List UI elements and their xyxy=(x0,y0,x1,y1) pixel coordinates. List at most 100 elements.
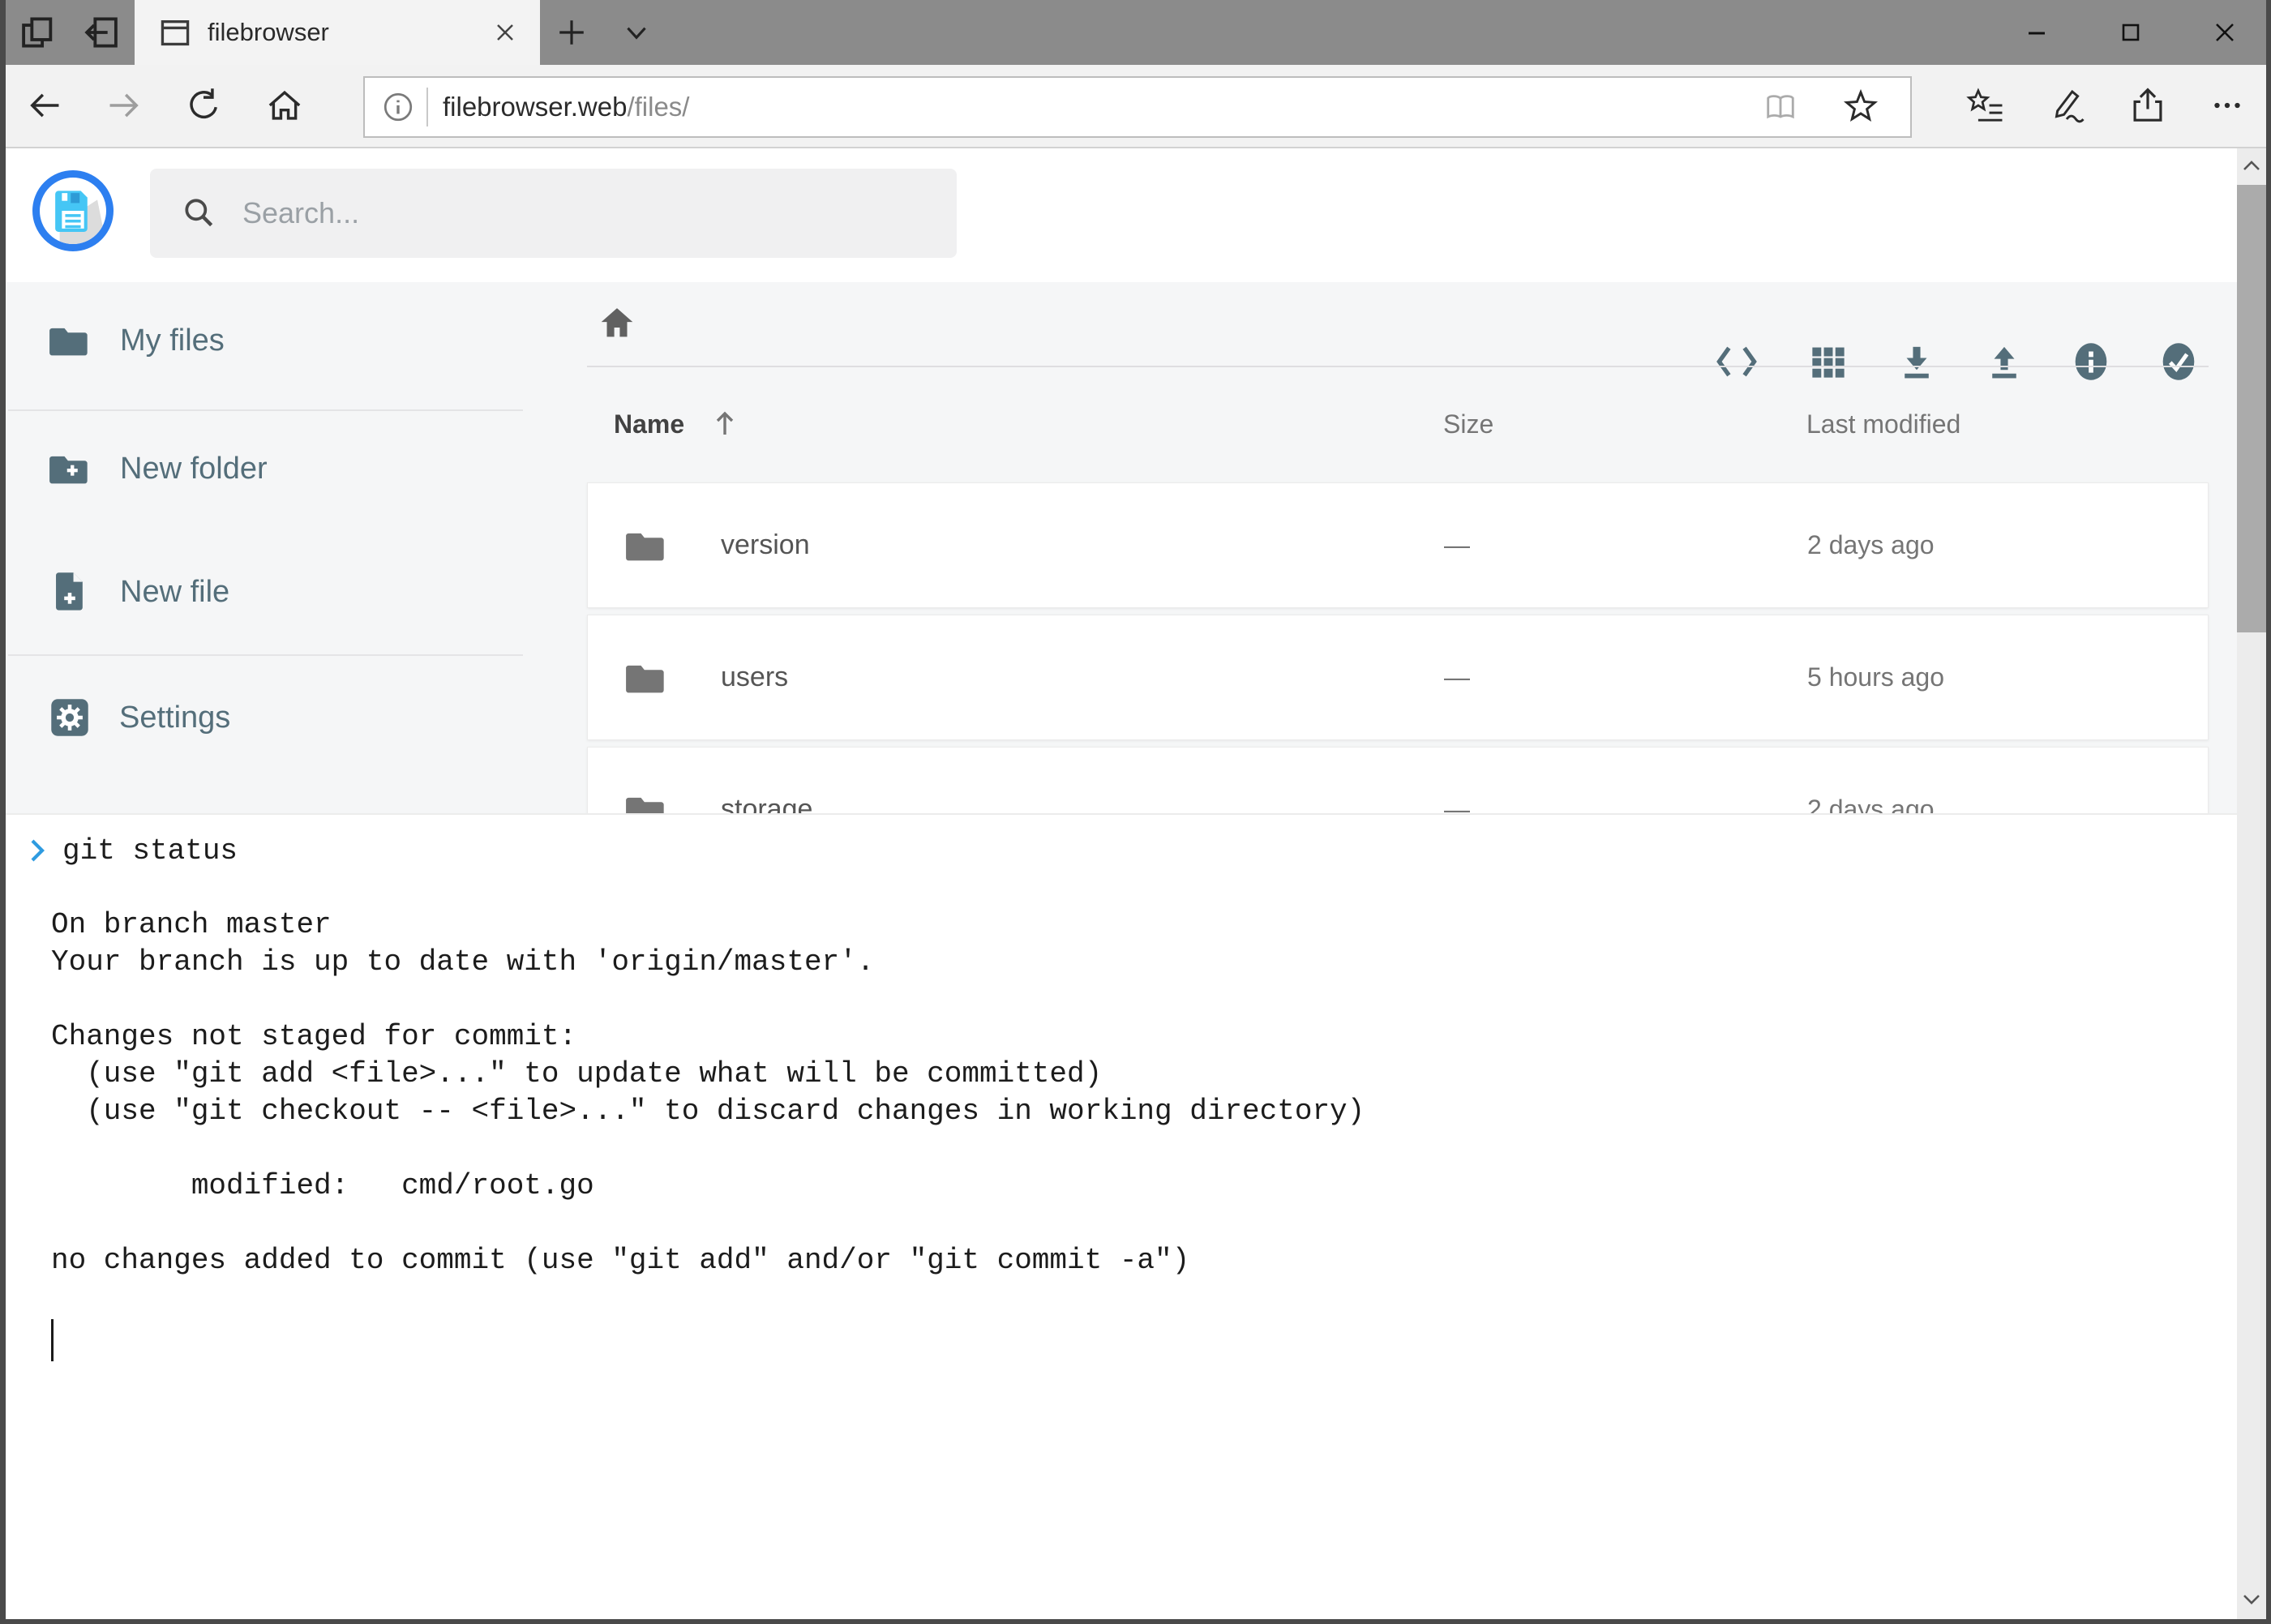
forward-icon xyxy=(105,86,144,125)
terminal-line: Your branch is up to date with 'origin/m… xyxy=(51,944,1365,981)
settings-icon xyxy=(49,697,90,738)
file-row-version[interactable]: version — 2 days ago xyxy=(587,482,2209,608)
tab-preview-button[interactable] xyxy=(11,0,65,65)
new-tab-button[interactable] xyxy=(545,0,598,65)
sidebar-item-label: My files xyxy=(120,324,225,358)
tab-preview-icon xyxy=(19,14,57,51)
pen-icon xyxy=(2046,85,2087,126)
file-row-users[interactable]: users — 5 hours ago xyxy=(587,615,2209,740)
minimize-icon xyxy=(2023,19,2050,46)
column-header-modified[interactable]: Last modified xyxy=(1806,409,1960,439)
upload-button[interactable] xyxy=(1964,321,2045,402)
grid-icon xyxy=(1809,342,1848,381)
column-header-name[interactable]: Name xyxy=(614,409,684,439)
download-button[interactable] xyxy=(1876,321,1957,402)
reading-view-icon[interactable] xyxy=(1761,88,1800,126)
info-icon xyxy=(2071,341,2111,382)
scrollbar-thumb[interactable] xyxy=(2237,185,2266,632)
tab-close-icon[interactable] xyxy=(491,19,519,46)
new-file-icon xyxy=(51,571,88,613)
plus-icon xyxy=(556,17,587,48)
file-size: — xyxy=(1444,662,1470,692)
scroll-down-button[interactable] xyxy=(2237,1581,2266,1617)
view-mode-button[interactable] xyxy=(1788,321,1869,402)
terminal-cursor xyxy=(51,1319,54,1361)
hub-icon xyxy=(1965,85,2006,126)
file-size: — xyxy=(1444,530,1470,560)
upload-icon xyxy=(1984,341,2025,382)
terminal-line: On branch master xyxy=(51,906,1365,944)
search-bar[interactable] xyxy=(150,169,957,258)
terminal-line xyxy=(51,1279,1365,1317)
refresh-button[interactable] xyxy=(172,65,235,146)
maximize-button[interactable] xyxy=(2090,0,2171,65)
titlebar: filebrowser xyxy=(0,0,2271,65)
breadcrumb-home-button[interactable] xyxy=(597,302,637,341)
set-tabs-aside-button[interactable] xyxy=(75,0,128,65)
scroll-up-button[interactable] xyxy=(2237,148,2266,184)
new-folder-icon xyxy=(49,451,91,486)
sort-ascending-icon[interactable] xyxy=(707,405,743,441)
close-icon xyxy=(2210,18,2239,47)
code-icon xyxy=(1714,342,1759,381)
more-actions-button[interactable] xyxy=(2194,65,2260,146)
browser-tab[interactable]: filebrowser xyxy=(135,0,540,65)
tab-title: filebrowser xyxy=(208,18,491,47)
sidebar-item-label: New folder xyxy=(120,452,268,486)
terminal-line xyxy=(51,981,1365,1018)
refresh-icon xyxy=(184,86,223,125)
search-input[interactable] xyxy=(241,195,893,231)
file-modified: 2 days ago xyxy=(1807,530,1935,560)
tab-favicon-icon xyxy=(159,16,191,49)
chevron-up-icon xyxy=(2239,154,2264,178)
url-divider xyxy=(426,88,428,126)
favorite-star-icon[interactable] xyxy=(1840,87,1881,127)
sidebar-divider xyxy=(8,654,523,656)
share-icon xyxy=(2127,85,2168,126)
tab-list-dropdown-button[interactable] xyxy=(610,0,663,65)
floppy-disk-icon xyxy=(40,178,106,244)
download-icon xyxy=(1896,341,1937,382)
favorites-hub-button[interactable] xyxy=(1952,65,2019,146)
terminal-output: On branch master Your branch is up to da… xyxy=(51,869,1365,1317)
home-button[interactable] xyxy=(253,65,316,146)
url-host: filebrowser.web xyxy=(443,92,627,122)
forward-button[interactable] xyxy=(92,65,156,146)
file-name: version xyxy=(721,529,810,561)
sidebar-item-new-folder[interactable]: New folder xyxy=(0,424,523,513)
terminal-line xyxy=(51,1205,1365,1242)
close-window-button[interactable] xyxy=(2184,0,2265,65)
info-button[interactable] xyxy=(2050,321,2132,402)
back-icon xyxy=(25,86,64,125)
home-icon xyxy=(264,85,305,126)
window-border-bottom xyxy=(0,1619,2271,1624)
url-bar[interactable]: filebrowser.web/files/ xyxy=(363,76,1912,138)
filebrowser-logo[interactable] xyxy=(32,170,114,251)
sidebar-item-settings[interactable]: Settings xyxy=(0,673,523,762)
sidebar-divider xyxy=(8,409,523,411)
terminal-panel[interactable]: git status On branch master Your branch … xyxy=(6,813,2237,1619)
listing-header-divider xyxy=(587,366,2209,367)
select-multiple-button[interactable] xyxy=(2138,321,2219,402)
more-dots-icon xyxy=(2207,85,2247,126)
site-info-icon[interactable] xyxy=(381,90,415,124)
set-tabs-aside-icon xyxy=(83,14,120,51)
sidebar-item-my-files[interactable]: My files xyxy=(0,296,523,385)
minimize-button[interactable] xyxy=(1996,0,2077,65)
share-button[interactable] xyxy=(2115,65,2181,146)
sidebar-item-label: Settings xyxy=(119,701,230,735)
terminal-line: (use "git checkout -- <file>..." to disc… xyxy=(51,1093,1365,1130)
back-button[interactable] xyxy=(13,65,76,146)
terminal-line: (use "git add <file>..." to update what … xyxy=(51,1056,1365,1093)
annotate-button[interactable] xyxy=(2033,65,2100,146)
sidebar-item-new-file[interactable]: New file xyxy=(0,547,523,636)
window-border-left xyxy=(0,0,6,1624)
file-name: users xyxy=(721,662,788,693)
terminal-line: modified: cmd/root.go xyxy=(51,1168,1365,1205)
prompt-chevron-icon xyxy=(23,835,54,866)
terminal-line xyxy=(51,869,1365,906)
terminal-prompt-line: git status xyxy=(23,832,238,869)
raw-editor-button[interactable] xyxy=(1696,321,1777,402)
terminal-line: Changes not staged for commit: xyxy=(51,1018,1365,1056)
column-header-size[interactable]: Size xyxy=(1443,409,1493,439)
